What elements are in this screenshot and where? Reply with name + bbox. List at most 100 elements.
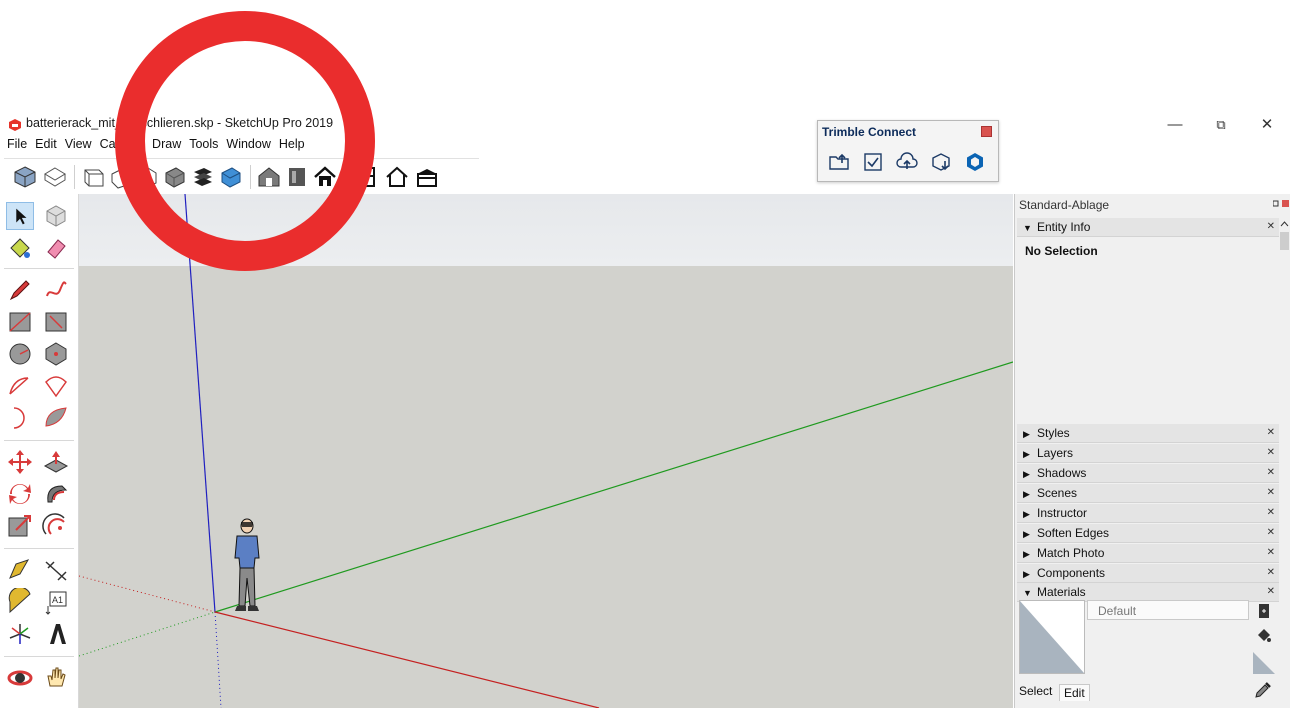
panel-shadows[interactable]: ▶ Shadows ✕ xyxy=(1017,464,1279,483)
scroll-up-icon[interactable] xyxy=(1280,220,1289,228)
arc-icon[interactable] xyxy=(6,372,34,400)
tray-pin-close-icon[interactable] xyxy=(1273,200,1289,208)
minimize-button[interactable]: — xyxy=(1152,112,1198,138)
orbit-icon[interactable] xyxy=(6,664,34,692)
front-view-icon[interactable] xyxy=(80,164,106,190)
panel-label: Layers xyxy=(1037,446,1074,460)
sketchup-logo-icon xyxy=(9,119,21,131)
close-button[interactable]: ✕ xyxy=(1244,112,1290,138)
close-icon[interactable] xyxy=(981,126,992,137)
collapsed-arrow-icon: ▶ xyxy=(1023,569,1030,579)
trimble-connect-toolbar: Trimble Connect xyxy=(817,120,999,182)
selection-status: No Selection xyxy=(1025,244,1098,258)
menu-view[interactable]: View xyxy=(64,137,93,155)
panel-entity-info[interactable]: ▼ Entity Info ✕ xyxy=(1017,218,1279,237)
push-pull-icon[interactable] xyxy=(42,448,70,476)
dimension-icon[interactable] xyxy=(42,556,70,584)
sync-check-icon[interactable] xyxy=(862,151,884,173)
panel-label: Match Photo xyxy=(1037,546,1105,560)
warehouse-roof-icon[interactable] xyxy=(414,164,440,190)
top-view-icon[interactable] xyxy=(42,164,68,190)
menu-file[interactable]: File xyxy=(6,137,28,155)
select-icon[interactable] xyxy=(6,202,34,230)
panel-label: Components xyxy=(1037,566,1106,580)
protractor-icon[interactable] xyxy=(6,588,34,616)
panel-instructor[interactable]: ▶ Instructor ✕ xyxy=(1017,504,1279,523)
scale-figure xyxy=(234,518,260,611)
panel-layers[interactable]: ▶ Layers ✕ xyxy=(1017,444,1279,463)
3d-text-icon[interactable] xyxy=(42,620,70,648)
scale-icon[interactable] xyxy=(6,512,34,540)
annotation-circle xyxy=(115,11,375,271)
panel-scenes[interactable]: ▶ Scenes ✕ xyxy=(1017,484,1279,503)
close-icon[interactable]: ✕ xyxy=(1267,218,1275,236)
polygon-icon[interactable] xyxy=(42,340,70,368)
collapsed-arrow-icon: ▶ xyxy=(1023,429,1030,439)
panel-label: Instructor xyxy=(1037,506,1088,520)
close-icon[interactable]: ✕ xyxy=(1267,544,1275,562)
component-icon[interactable] xyxy=(42,202,70,230)
scroll-thumb[interactable] xyxy=(1280,232,1289,250)
restore-button[interactable]: ⧉ xyxy=(1198,112,1244,138)
freehand-icon[interactable] xyxy=(42,276,70,304)
trimble-logo-icon[interactable] xyxy=(964,151,986,173)
pie-icon[interactable] xyxy=(42,372,70,400)
large-tool-set: A1 xyxy=(0,194,79,708)
close-icon[interactable]: ✕ xyxy=(1267,424,1275,442)
close-icon[interactable]: ✕ xyxy=(1267,444,1275,462)
three-point-arc-icon[interactable] xyxy=(42,404,70,432)
rotate-icon[interactable] xyxy=(6,480,34,508)
panel-styles[interactable]: ▶ Styles ✕ xyxy=(1017,424,1279,443)
tape-measure-icon[interactable] xyxy=(6,556,34,584)
rotated-rectangle-icon[interactable] xyxy=(42,308,70,336)
iso-view-icon[interactable] xyxy=(12,164,38,190)
close-icon[interactable]: ✕ xyxy=(1267,504,1275,522)
open-folder-icon[interactable] xyxy=(828,151,850,173)
rectangle-icon[interactable] xyxy=(6,308,34,336)
panel-soften-edges[interactable]: ▶ Soften Edges ✕ xyxy=(1017,524,1279,543)
tab-select[interactable]: Select xyxy=(1019,684,1052,698)
tab-edit[interactable]: Edit xyxy=(1059,684,1090,701)
trimble-connect-title: Trimble Connect xyxy=(822,125,917,139)
collapsed-arrow-icon: ▶ xyxy=(1023,549,1030,559)
default-tray: Standard-Ablage ▼ Entity Info ✕ No Select… xyxy=(1014,194,1290,708)
collapsed-arrow-icon: ▶ xyxy=(1023,489,1030,499)
panel-label: Scenes xyxy=(1037,486,1078,500)
panel-label: Entity Info xyxy=(1037,220,1091,234)
tray-scrollbar[interactable] xyxy=(1279,218,1290,708)
material-name-field[interactable]: Default xyxy=(1087,600,1249,620)
close-icon[interactable]: ✕ xyxy=(1267,484,1275,502)
create-material-icon[interactable] xyxy=(1257,602,1271,620)
cloud-upload-icon[interactable] xyxy=(896,151,918,173)
panel-label: Shadows xyxy=(1037,466,1087,480)
svg-text:A1: A1 xyxy=(52,595,63,605)
material-swatch[interactable] xyxy=(1019,600,1085,674)
text-icon[interactable]: A1 xyxy=(42,588,70,616)
move-icon[interactable] xyxy=(6,448,34,476)
follow-me-icon[interactable] xyxy=(42,480,70,508)
close-icon[interactable]: ✕ xyxy=(1267,464,1275,482)
close-icon[interactable]: ✕ xyxy=(1267,524,1275,542)
menu-edit[interactable]: Edit xyxy=(34,137,58,155)
collapsed-arrow-icon: ▶ xyxy=(1023,509,1030,519)
eraser-icon[interactable] xyxy=(42,234,70,262)
paint-bucket-icon[interactable] xyxy=(6,234,34,262)
pencil-icon[interactable] xyxy=(6,276,34,304)
paint-bucket-icon[interactable] xyxy=(1255,626,1273,644)
collapsed-arrow-icon: ▶ xyxy=(1023,449,1030,459)
box-download-icon[interactable] xyxy=(930,151,952,173)
offset-icon[interactable] xyxy=(42,512,70,540)
eyedropper-icon[interactable] xyxy=(1253,680,1273,700)
tray-title: Standard-Ablage xyxy=(1019,198,1110,212)
house-outline-icon[interactable] xyxy=(384,164,410,190)
circle-icon[interactable] xyxy=(6,340,34,368)
panel-label: Soften Edges xyxy=(1037,526,1110,540)
panel-match-photo[interactable]: ▶ Match Photo ✕ xyxy=(1017,544,1279,563)
panel-components[interactable]: ▶ Components ✕ xyxy=(1017,564,1279,583)
close-icon[interactable]: ✕ xyxy=(1267,564,1275,582)
two-point-arc-icon[interactable] xyxy=(6,404,34,432)
close-icon[interactable]: ✕ xyxy=(1267,583,1275,601)
axes-icon[interactable] xyxy=(6,620,34,648)
default-material-icon[interactable] xyxy=(1253,652,1275,674)
pan-icon[interactable] xyxy=(42,664,70,692)
